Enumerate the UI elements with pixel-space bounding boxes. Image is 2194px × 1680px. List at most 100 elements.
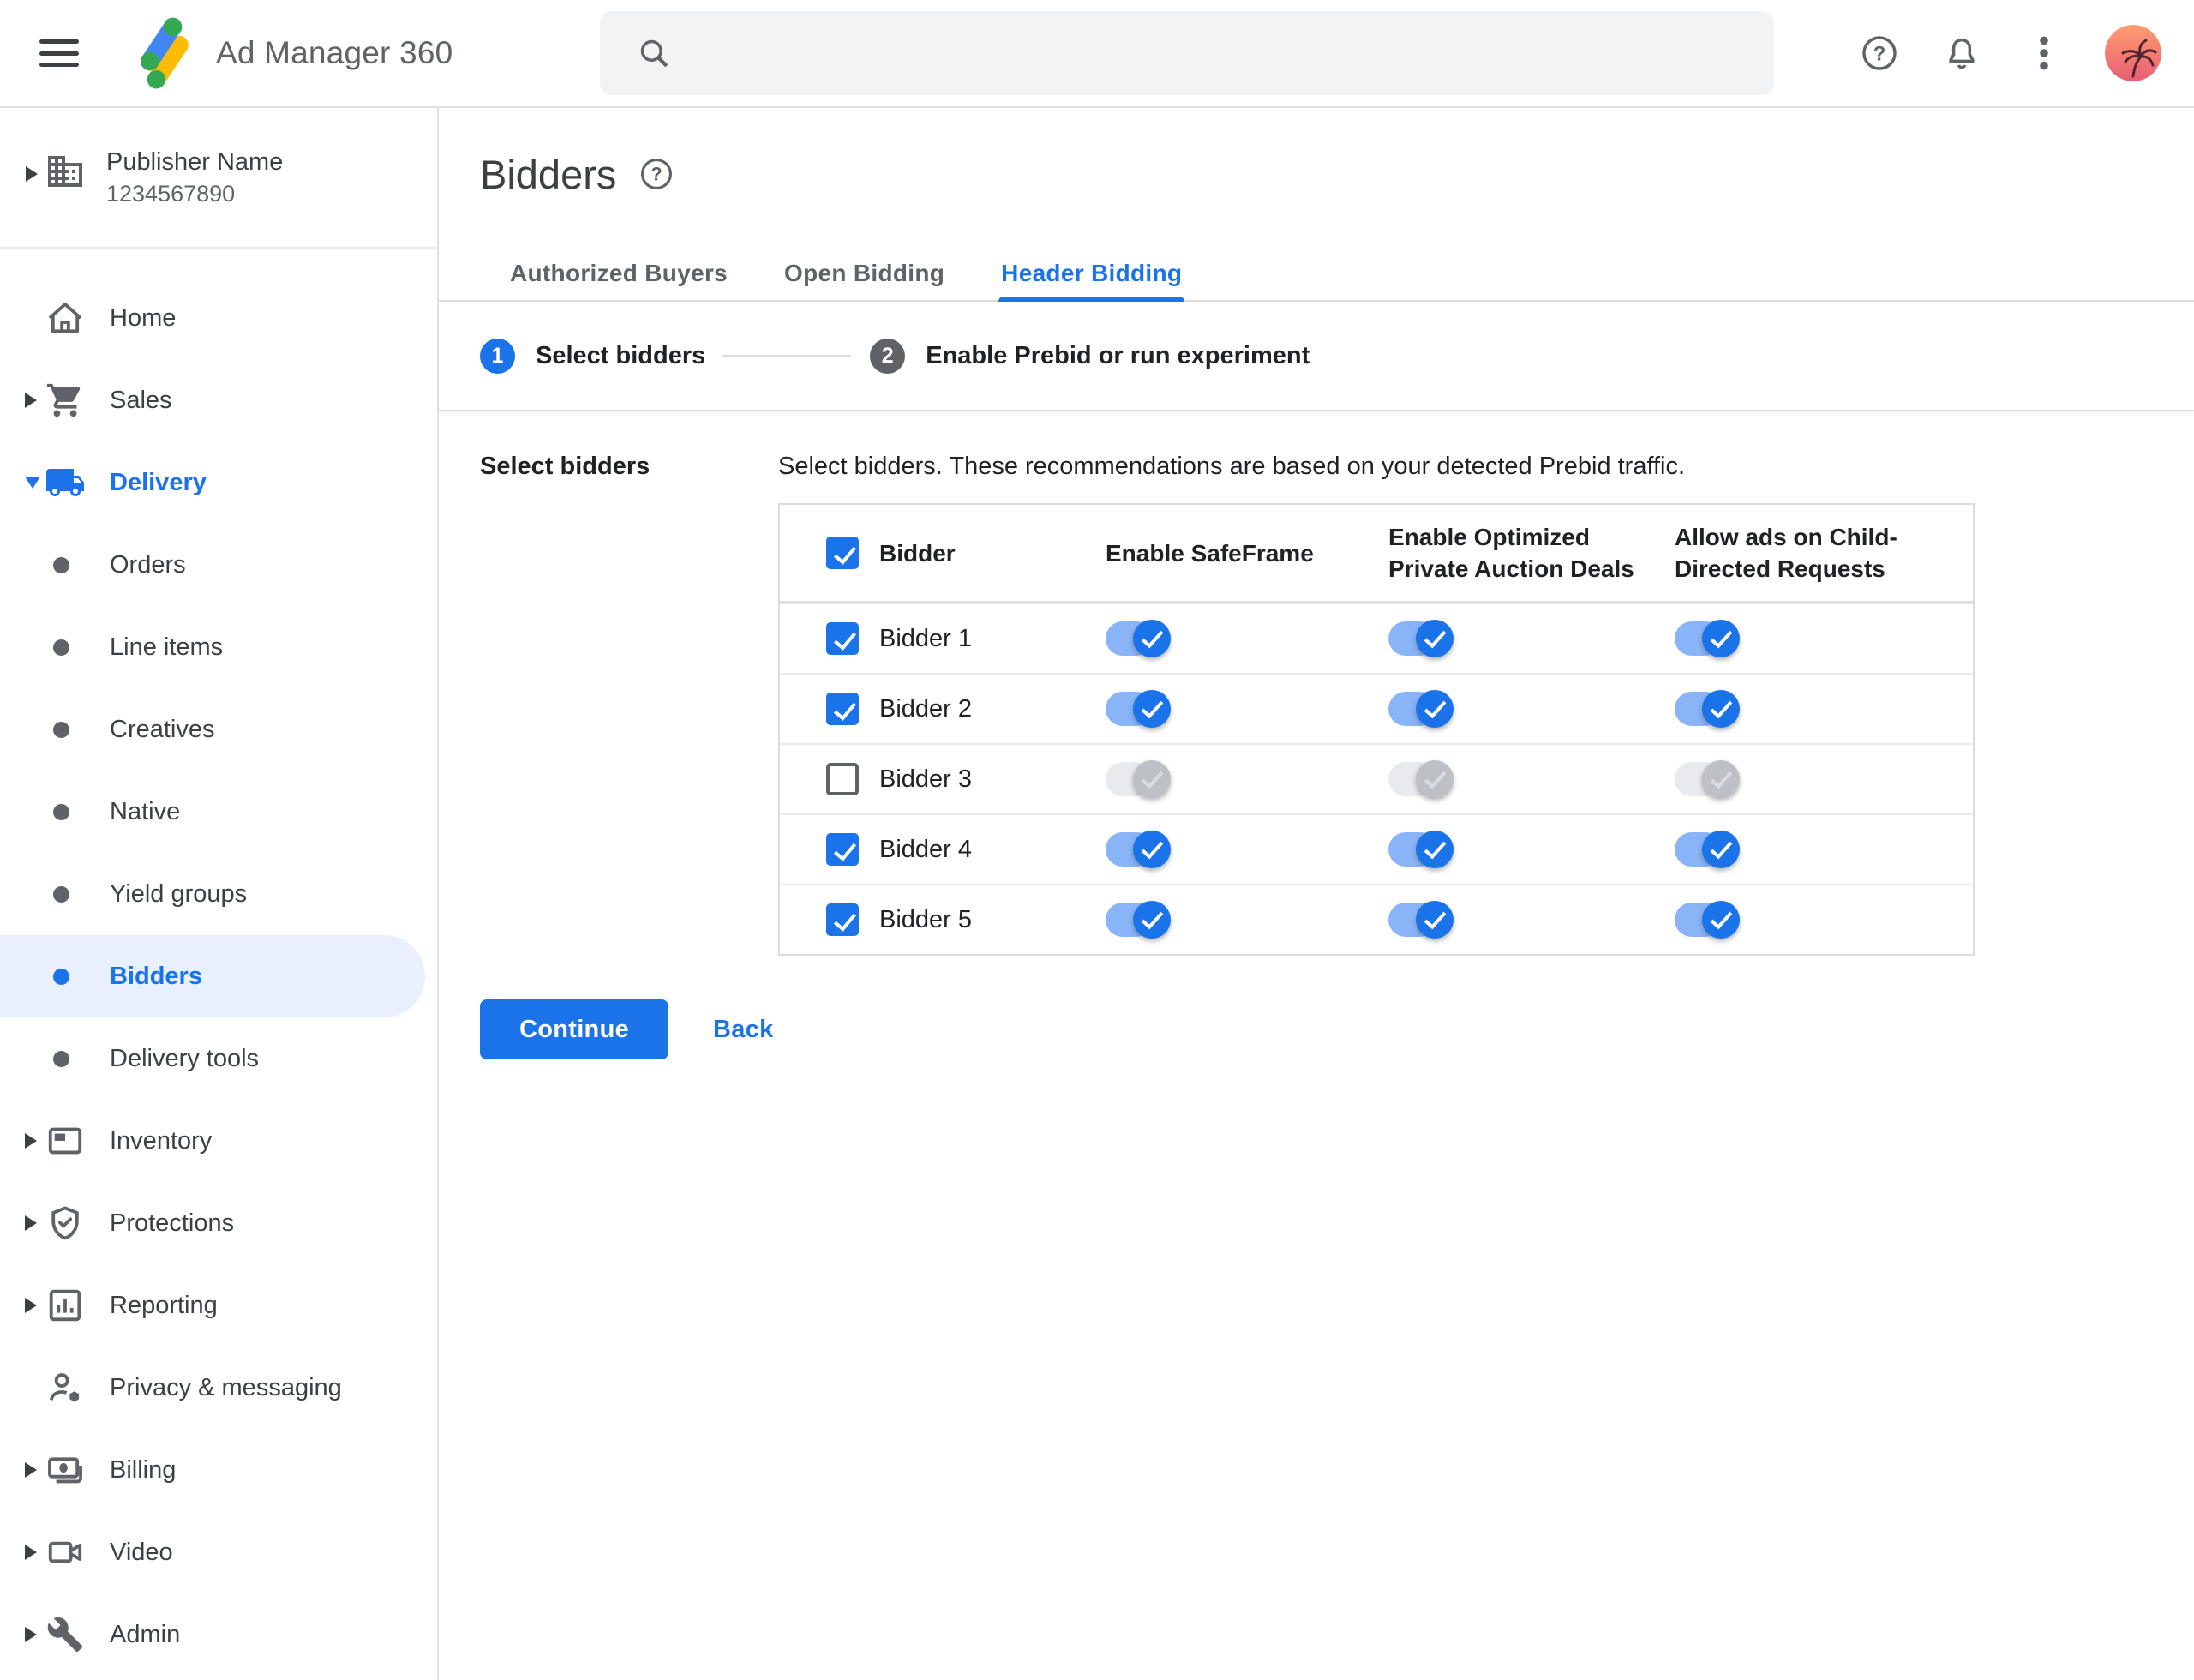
sidebar-item-label: Orders: [110, 550, 186, 579]
sidebar-item-label: Reporting: [110, 1291, 218, 1319]
optimized-deals-toggle[interactable]: [1388, 901, 1454, 939]
sidebar-item-label: Privacy & messaging: [110, 1373, 342, 1401]
child-directed-toggle[interactable]: [1675, 760, 1740, 798]
expand-caret-icon: [25, 1215, 37, 1231]
building-icon: [45, 151, 86, 192]
tab-label: Open Bidding: [784, 260, 945, 286]
child-directed-toggle[interactable]: [1675, 620, 1740, 657]
optimized-deals-toggle[interactable]: [1388, 760, 1454, 798]
more-vert-icon[interactable]: [2024, 33, 2064, 73]
sidebar-nav: Home Sales Delivery Orders Line items Cr…: [0, 277, 437, 1676]
child-directed-toggle[interactable]: [1675, 690, 1740, 728]
bullet-icon: [53, 639, 69, 656]
optimized-deals-toggle[interactable]: [1388, 690, 1454, 728]
continue-button[interactable]: Continue: [480, 999, 668, 1059]
sidebar-item-billing[interactable]: Billing: [0, 1429, 437, 1511]
sidebar-item-inventory[interactable]: Inventory: [0, 1100, 437, 1182]
step-1-circle: 1: [480, 338, 515, 374]
help-icon[interactable]: ?: [1860, 33, 1899, 73]
optimized-deals-toggle[interactable]: [1388, 831, 1454, 868]
tab-open-bidding[interactable]: Open Bidding: [756, 247, 973, 300]
tab-label: Header Bidding: [1001, 260, 1183, 286]
menu-icon[interactable]: [39, 34, 79, 72]
safeframe-toggle[interactable]: [1106, 690, 1171, 728]
safeframe-toggle[interactable]: [1106, 760, 1171, 798]
safeframe-toggle[interactable]: [1106, 901, 1171, 939]
column-header-child-directed: Allow ads on Child-Directed Requests: [1675, 524, 1897, 582]
bullet-icon: [53, 556, 69, 573]
table-row: Bidder 5: [780, 884, 1973, 954]
wrench-icon: [45, 1616, 86, 1653]
sidebar-item-delivery[interactable]: Delivery: [0, 441, 437, 524]
help-icon[interactable]: ?: [638, 156, 674, 192]
sidebar-item-label: Video: [110, 1538, 173, 1566]
sidebar-item-privacy-messaging[interactable]: Privacy & messaging: [0, 1347, 437, 1429]
sidebar-item-home[interactable]: Home: [0, 277, 437, 359]
shield-icon: [45, 1203, 86, 1243]
sidebar-item-native[interactable]: Native: [0, 771, 437, 853]
section-description: Select bidders. These recommendations ar…: [778, 453, 1686, 480]
bidder-name: Bidder 5: [879, 905, 973, 933]
table-row: Bidder 3: [780, 743, 1973, 813]
sidebar-item-label: Delivery: [110, 468, 207, 496]
notifications-bell-icon[interactable]: [1942, 33, 1981, 73]
bidders-table: Bidder Enable SafeFrame Enable Optimized…: [778, 503, 1975, 956]
search-bar[interactable]: [600, 11, 1774, 95]
back-link[interactable]: Back: [713, 1016, 774, 1044]
bidder-checkbox[interactable]: [826, 693, 859, 725]
bidder-checkbox[interactable]: [826, 833, 859, 866]
expand-caret-icon: [25, 1545, 37, 1560]
sidebar-item-reporting[interactable]: Reporting: [0, 1264, 437, 1347]
product-title: Ad Manager 360: [216, 35, 453, 70]
top-app-bar: Ad Manager 360 ?: [0, 0, 2194, 108]
expand-caret-icon: [25, 1298, 37, 1313]
sidebar-item-delivery-tools[interactable]: Delivery tools: [0, 1017, 437, 1100]
sidebar-item-line-items[interactable]: Line items: [0, 606, 437, 688]
sidebar-item-sales[interactable]: Sales: [0, 359, 437, 441]
bidder-name: Bidder 2: [879, 694, 973, 723]
table-row: Bidder 1: [780, 603, 1973, 673]
bullet-icon: [53, 721, 69, 738]
sidebar-item-label: Creatives: [110, 715, 215, 743]
optimized-deals-toggle[interactable]: [1388, 620, 1454, 657]
tab-authorized-buyers[interactable]: Authorized Buyers: [482, 247, 756, 300]
expand-caret-icon: [25, 1462, 37, 1478]
bidder-checkbox[interactable]: [826, 903, 859, 936]
stepper: 1 Select bidders 2 Enable Prebid or run …: [439, 302, 2194, 411]
sidebar-item-video[interactable]: Video: [0, 1511, 437, 1593]
bullet-icon: [53, 885, 69, 903]
publisher-switcher[interactable]: Publisher Name 1234567890: [0, 108, 437, 249]
table-row: Bidder 4: [780, 813, 1973, 884]
publisher-name: Publisher Name: [106, 148, 284, 176]
sidebar-item-yield-groups[interactable]: Yield groups: [0, 853, 437, 935]
section-label: Select bidders: [480, 453, 650, 480]
main-content: Bidders ? Authorized Buyers Open Bidding…: [439, 108, 2194, 1680]
form-actions: Continue Back: [480, 999, 774, 1059]
sidebar-item-creatives[interactable]: Creatives: [0, 688, 437, 771]
safeframe-toggle[interactable]: [1106, 620, 1171, 657]
bullet-icon: [53, 1050, 69, 1067]
bidder-checkbox[interactable]: [826, 763, 859, 795]
sidebar-item-protections[interactable]: Protections: [0, 1182, 437, 1264]
column-header-optimized-deals: Enable Optimized Private Auction Deals: [1388, 524, 1634, 582]
table-row: Bidder 2: [780, 673, 1973, 743]
bidder-checkbox[interactable]: [826, 622, 859, 655]
avatar[interactable]: [2105, 25, 2161, 81]
child-directed-toggle[interactable]: [1675, 901, 1740, 939]
tab-header-bidding[interactable]: Header Bidding: [973, 247, 1210, 302]
tab-bar: Authorized Buyers Open Bidding Header Bi…: [439, 247, 2194, 302]
publisher-id: 1234567890: [106, 181, 236, 207]
sidebar-item-orders[interactable]: Orders: [0, 524, 437, 606]
step-connector: [722, 354, 852, 357]
sidebar-item-label: Billing: [110, 1455, 177, 1484]
collapse-caret-icon: [25, 477, 40, 489]
ad-manager-logo[interactable]: [125, 14, 204, 93]
sidebar-item-admin[interactable]: Admin: [0, 1593, 437, 1676]
sidebar-item-label: Bidders: [110, 962, 202, 990]
sidebar-item-bidders[interactable]: Bidders: [0, 935, 425, 1017]
sidebar-item-label: Yield groups: [110, 879, 248, 908]
safeframe-toggle[interactable]: [1106, 831, 1171, 868]
select-all-checkbox[interactable]: [826, 537, 859, 569]
search-input[interactable]: [701, 38, 1745, 69]
child-directed-toggle[interactable]: [1675, 831, 1740, 868]
